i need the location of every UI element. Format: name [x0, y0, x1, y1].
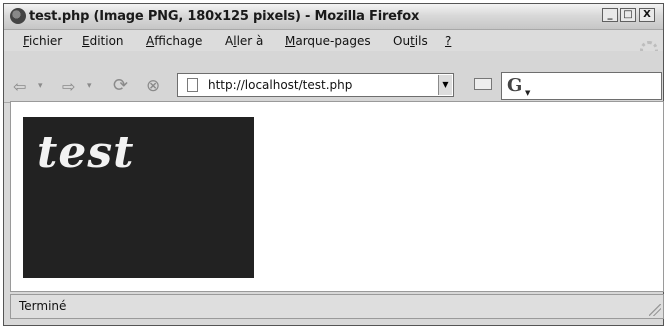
menu-outils[interactable]: Outils — [393, 34, 428, 48]
maximize-button[interactable]: □ — [620, 8, 636, 22]
menu-fichier[interactable]: Fichier — [23, 34, 62, 48]
displayed-image: test — [23, 117, 254, 278]
back-arrow-icon[interactable]: ⇦ — [13, 77, 26, 96]
status-bar: Terminé — [10, 294, 664, 319]
page-content: test — [10, 101, 664, 292]
menu-affichage[interactable]: Affichage — [146, 34, 202, 48]
forward-arrow-icon[interactable]: ⇨ — [62, 77, 75, 96]
reload-icon[interactable]: ⟳ — [113, 75, 128, 96]
forward-dropdown-icon[interactable]: ▾ — [87, 81, 92, 91]
resize-grip-icon[interactable] — [649, 304, 661, 316]
image-text: test — [37, 127, 135, 178]
stop-icon[interactable]: ⊗ — [146, 76, 160, 96]
search-input[interactable]: G ▼ — [501, 72, 662, 100]
title-bar[interactable]: test.php (Image PNG, 180x125 pixels) - M… — [4, 4, 663, 30]
firefox-icon — [10, 8, 26, 24]
page-icon — [187, 78, 198, 92]
window-title: test.php (Image PNG, 180x125 pixels) - M… — [29, 9, 420, 24]
google-icon[interactable]: G — [507, 75, 522, 96]
status-text: Terminé — [19, 299, 67, 313]
minimize-button[interactable]: _ — [602, 8, 618, 22]
menu-bar: Fichier Edition Affichage Aller à Marque… — [4, 30, 663, 52]
menu-edition[interactable]: Edition — [82, 34, 124, 48]
menu-aller-a[interactable]: Aller à — [225, 34, 263, 48]
url-input[interactable]: http://localhost/test.php ▼ — [177, 73, 454, 97]
menu-marque-pages[interactable]: Marque-pages — [285, 34, 371, 48]
go-icon[interactable] — [474, 78, 492, 90]
search-engine-dropdown-icon[interactable]: ▼ — [525, 89, 530, 97]
back-dropdown-icon[interactable]: ▾ — [38, 81, 43, 91]
close-button[interactable]: X — [639, 8, 655, 22]
url-dropdown-button[interactable]: ▼ — [438, 75, 452, 95]
url-text: http://localhost/test.php — [208, 78, 353, 92]
menu-help[interactable]: ? — [445, 34, 451, 48]
